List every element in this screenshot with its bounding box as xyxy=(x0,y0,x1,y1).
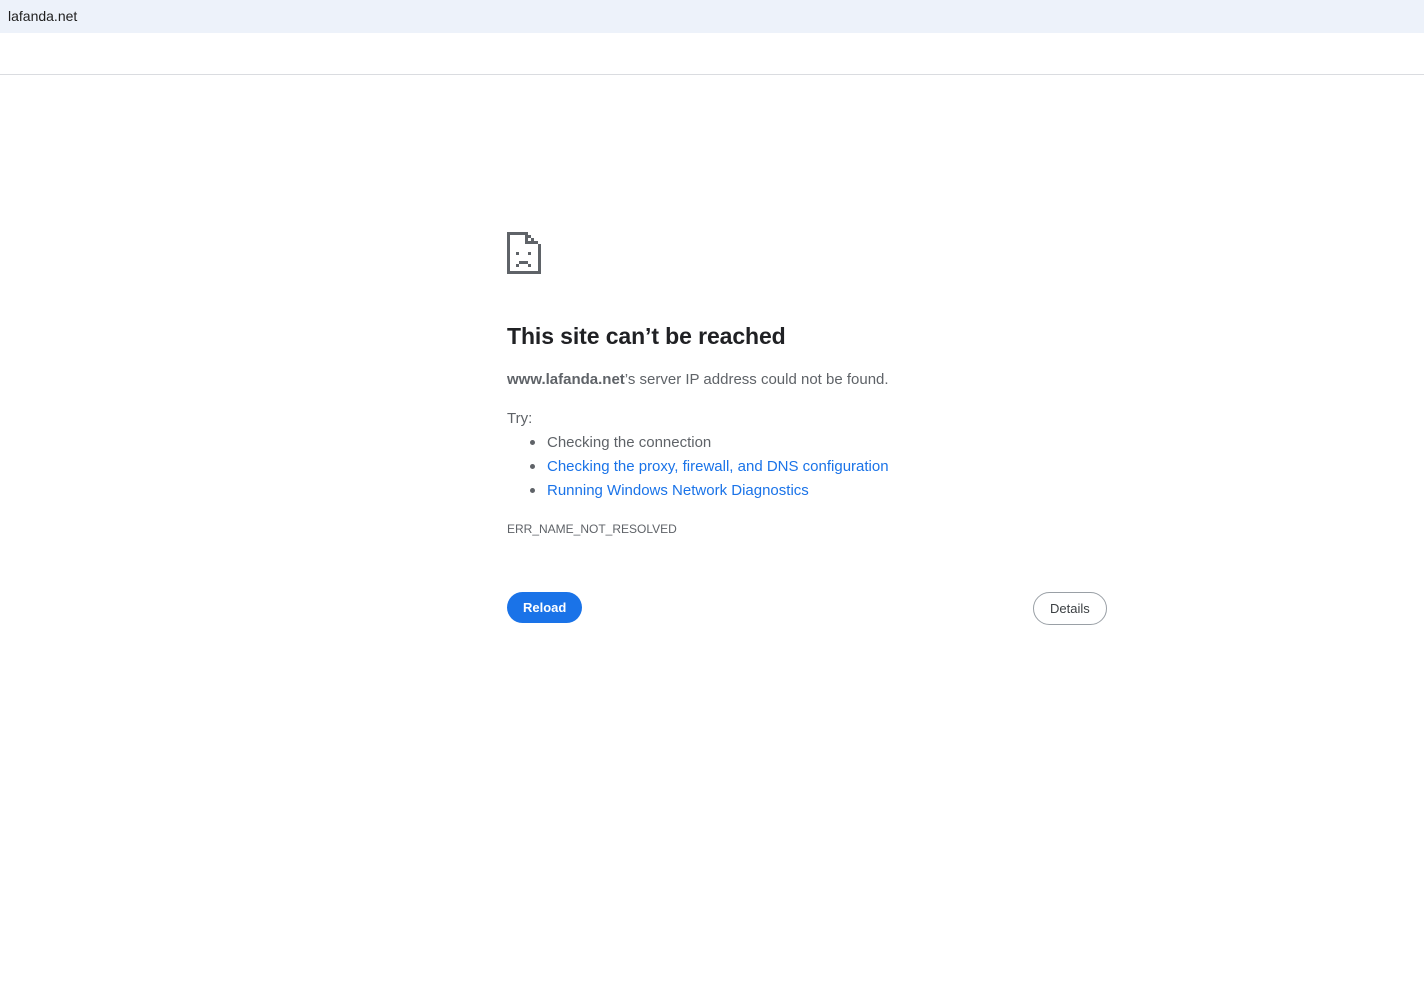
list-item: Checking the connection xyxy=(530,433,889,457)
reload-button[interactable]: Reload xyxy=(507,592,583,623)
suggestion-check-connection: Checking the connection xyxy=(547,434,712,451)
error-summary: www.lafanda.net’s server IP address coul… xyxy=(507,371,889,388)
details-button[interactable]: Details xyxy=(1033,592,1107,625)
toolbar-strip xyxy=(0,33,1424,75)
suggestion-proxy-firewall-dns-link[interactable]: Checking the proxy, firewall, and DNS co… xyxy=(547,458,889,475)
suggestion-network-diagnostics-link[interactable]: Running Windows Network Diagnostics xyxy=(547,482,809,499)
list-item: Running Windows Network Diagnostics xyxy=(530,481,889,505)
sad-page-icon xyxy=(507,232,541,274)
suggestions-list: Checking the connection Checking the pro… xyxy=(507,433,889,505)
error-host: www.lafanda.net xyxy=(507,371,625,388)
page-title: This site can’t be reached xyxy=(507,323,786,349)
error-code: ERR_NAME_NOT_RESOLVED xyxy=(507,522,677,536)
error-summary-text: ’s server IP address could not be found. xyxy=(624,371,889,388)
address-bar-url[interactable]: lafanda.net xyxy=(8,8,77,24)
list-item: Checking the proxy, firewall, and DNS co… xyxy=(530,457,889,481)
try-label: Try: xyxy=(507,410,533,427)
address-bar[interactable]: lafanda.net xyxy=(0,0,1424,33)
